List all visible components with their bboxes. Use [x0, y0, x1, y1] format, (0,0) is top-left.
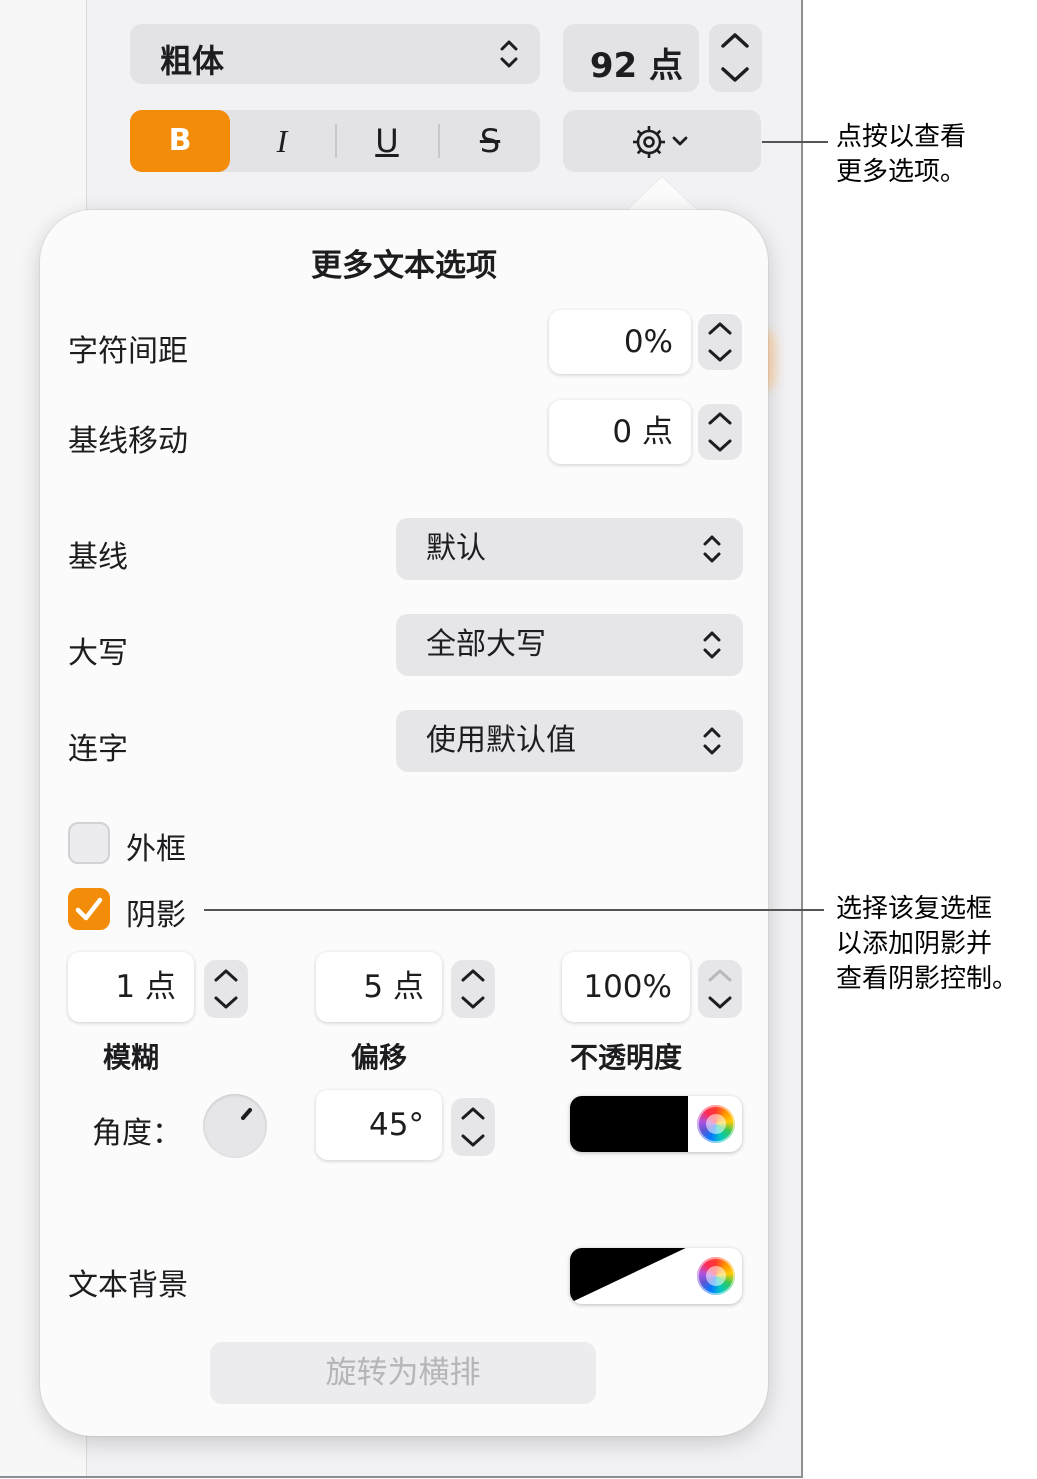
shadow-opacity-field[interactable]: 100% [562, 952, 690, 1022]
shadow-color-swatch[interactable] [570, 1096, 688, 1152]
baseline-value: 默认 [426, 531, 486, 566]
character-spacing-field[interactable]: 0% [549, 310, 691, 374]
italic-button[interactable]: I [232, 110, 332, 172]
capitalization-select[interactable]: 全部大写 [396, 614, 743, 676]
underline-button[interactable]: U [337, 110, 437, 172]
popover-title: 更多文本选项 [311, 248, 497, 284]
callout-leader-line [762, 141, 828, 143]
shadow-opacity-stepper[interactable] [698, 960, 742, 1018]
shadow-angle-field[interactable]: 45° [316, 1090, 442, 1160]
strikethrough-button[interactable]: S [440, 110, 540, 172]
ligatures-label: 连字 [68, 732, 128, 767]
no-fill-swatch[interactable] [570, 1248, 688, 1304]
font-size-stepper[interactable] [709, 24, 762, 92]
stepper-arrows-icon [214, 969, 238, 1009]
outline-checkbox[interactable] [68, 822, 110, 864]
updown-chevron-icon [703, 535, 721, 563]
updown-chevron-icon [500, 40, 518, 68]
shadow-offset-stepper[interactable] [451, 960, 495, 1018]
character-spacing-stepper[interactable] [698, 314, 742, 370]
more-text-options-button[interactable] [563, 110, 761, 172]
ligatures-value: 使用默认值 [426, 723, 576, 758]
more-text-options-popover: 更多文本选项 字符间距 0% 基线移动 0 点 基线 默认 大写 全部大写 连字… [40, 210, 768, 1436]
updown-chevron-icon [703, 631, 721, 659]
shadow-color-well[interactable] [570, 1096, 742, 1152]
gear-icon [633, 126, 688, 158]
shadow-angle-stepper[interactable] [451, 1098, 495, 1156]
shadow-blur-label: 模糊 [102, 1041, 159, 1074]
capitalization-label: 大写 [68, 636, 128, 671]
shadow-angle-label: 角度： [92, 1116, 182, 1151]
bold-button[interactable]: B [130, 110, 230, 172]
updown-chevron-icon [703, 727, 721, 755]
shadow-opacity-label: 不透明度 [569, 1041, 682, 1074]
shadow-label: 阴影 [126, 898, 186, 933]
shadow-blur-stepper[interactable] [204, 960, 248, 1018]
text-background-label: 文本背景 [68, 1268, 188, 1303]
baseline-label: 基线 [68, 540, 128, 575]
text-background-color-well[interactable] [570, 1248, 742, 1304]
character-spacing-label: 字符间距 [68, 334, 188, 369]
shadow-offset-label: 偏移 [350, 1041, 407, 1074]
baseline-shift-label: 基线移动 [68, 424, 188, 459]
outline-label: 外框 [126, 832, 186, 867]
color-wheel-icon[interactable] [697, 1105, 735, 1143]
font-style-select[interactable]: 粗体 [130, 24, 540, 84]
font-size-field[interactable]: 92 点 [563, 24, 699, 92]
stepper-arrows-icon [708, 412, 732, 452]
baseline-select[interactable]: 默认 [396, 518, 743, 580]
baseline-shift-field[interactable]: 0 点 [549, 400, 691, 464]
capitalization-value: 全部大写 [426, 627, 546, 662]
stepper-arrows-icon [708, 322, 732, 362]
shadow-offset-field[interactable]: 5 点 [316, 952, 442, 1022]
stepper-arrows-icon [708, 969, 732, 1009]
inspector-panel: 粗体 92 点 B I U S 更多文本选项 字符间距 0% 基线移动 0 点 … [0, 0, 803, 1478]
checkmark-icon [75, 897, 103, 921]
dial-indicator-icon [241, 1108, 252, 1120]
callout-leader-line [204, 909, 824, 911]
stepper-arrows-icon [721, 33, 749, 82]
angle-dial[interactable] [203, 1094, 267, 1158]
rotate-to-horizontal-button[interactable]: 旋转为横排 [210, 1342, 596, 1404]
callout-more-options: 点按以查看 更多选项。 [836, 122, 967, 187]
stepper-arrows-icon [461, 1107, 485, 1147]
ligatures-select[interactable]: 使用默认值 [396, 710, 743, 772]
shadow-blur-field[interactable]: 1 点 [68, 952, 194, 1022]
shadow-checkbox[interactable] [68, 888, 110, 930]
text-style-group: B I U S [130, 110, 540, 172]
stepper-arrows-icon [461, 969, 485, 1009]
baseline-shift-stepper[interactable] [698, 404, 742, 460]
color-wheel-icon[interactable] [697, 1257, 735, 1295]
callout-shadow-checkbox: 选择该复选框 以添加阴影并 查看阴影控制。 [836, 894, 1019, 994]
font-size-value: 92 点 [589, 46, 683, 86]
font-style-label: 粗体 [160, 42, 225, 80]
popover-arrow [626, 177, 698, 211]
